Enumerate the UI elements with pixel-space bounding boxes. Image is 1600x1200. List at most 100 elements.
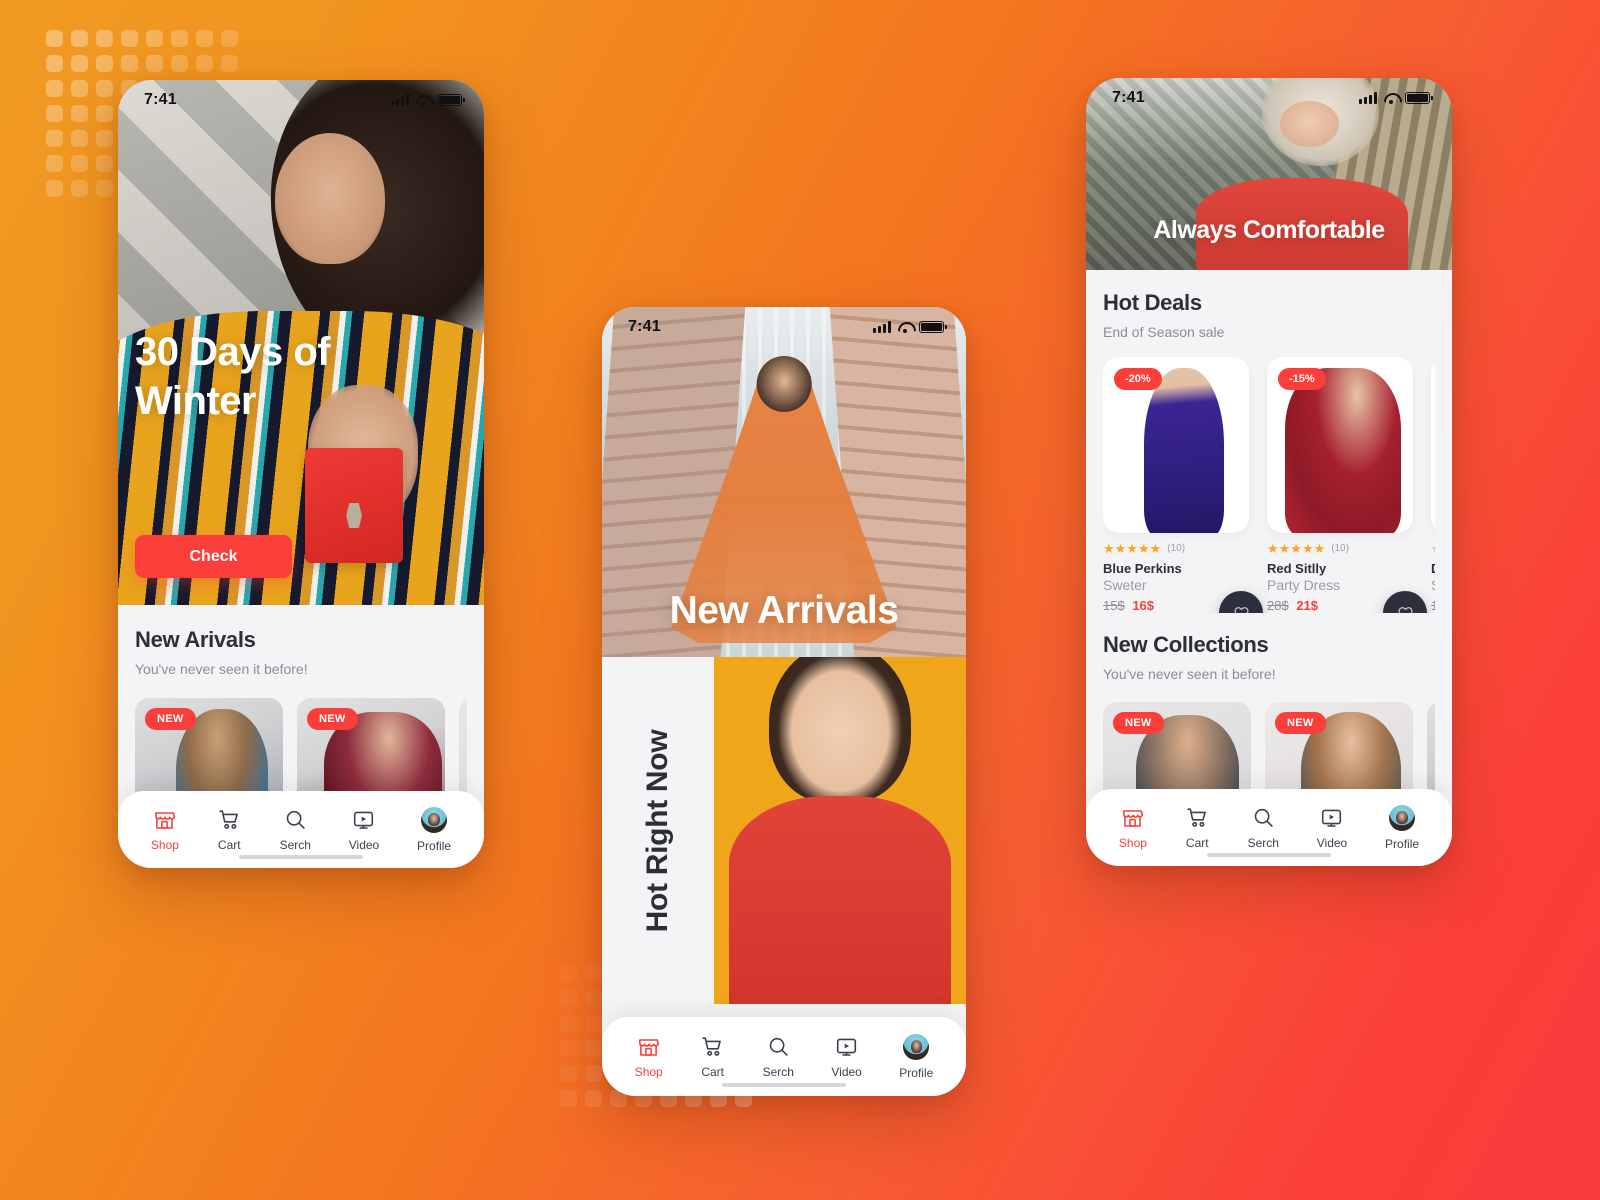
tab-search[interactable]: Serch — [280, 808, 311, 852]
tab-search[interactable]: Serch — [763, 1035, 794, 1079]
status-time: 7:41 — [144, 91, 177, 108]
hero-title-left: 30 Days of Winter — [135, 328, 331, 426]
tab-label: Profile — [417, 838, 452, 853]
tab-label: Cart — [1185, 835, 1209, 850]
shop-icon — [155, 811, 176, 829]
tab-video[interactable]: Video — [349, 808, 379, 852]
deal-name: Red Sitlly — [1267, 561, 1327, 576]
deal-image: -15% — [1267, 357, 1413, 533]
model-red-top-art — [714, 657, 966, 1004]
hero-banner-left[interactable]: 30 Days of Winter Check — [118, 80, 484, 605]
screen-center: 7:41 New Arrivals Hot Right Now Shop Car… — [602, 307, 966, 1096]
tab-profile[interactable]: Profile — [1385, 804, 1420, 851]
deal-card[interactable]: -15% ★★★★★ (10) Red Sitlly Party Dress 2… — [1267, 357, 1427, 613]
phone-mockup-right: 7:41 Always Comfortable Hot Deals End of… — [1086, 78, 1452, 866]
status-icons — [391, 94, 465, 106]
hero-title-center: New Arrivals — [669, 589, 899, 632]
new-badge: NEW — [1113, 712, 1164, 734]
deal-kind: Party Dress — [1267, 577, 1341, 593]
model-face-art — [275, 132, 386, 264]
status-bar: 7:41 — [1086, 78, 1452, 118]
hot-right-now-photo[interactable] — [714, 657, 966, 1004]
tab-label: Video — [348, 837, 380, 852]
profile-avatar-icon — [1389, 804, 1416, 831]
tab-video[interactable]: Video — [1317, 806, 1347, 850]
tab-shop[interactable]: Shop — [635, 1035, 663, 1079]
hero-banner-center[interactable]: New Arrivals — [602, 307, 966, 657]
search-icon — [769, 1037, 788, 1056]
deal-name: Doro — [1431, 561, 1435, 576]
hero-title-line1: 30 Days of — [135, 330, 331, 374]
red-handbag-art — [304, 447, 404, 563]
deal-price: 14$ — [1431, 598, 1435, 613]
heart-icon — [1233, 607, 1249, 613]
tab-cart[interactable]: Cart — [700, 1035, 725, 1079]
shop-icon — [639, 1038, 660, 1056]
hot-right-now-title: Hot Right Now — [641, 729, 674, 932]
home-indicator — [722, 1083, 846, 1087]
status-time: 7:41 — [628, 318, 661, 335]
search-icon — [1254, 808, 1273, 827]
rating-stars: ★★★★★ — [1103, 541, 1162, 556]
favorite-button[interactable] — [1383, 591, 1427, 613]
hot-deals-section: Hot Deals End of Season sale -20% ★★★★★ — [1086, 270, 1452, 613]
tab-label: Profile — [1385, 836, 1420, 851]
tab-video[interactable]: Video — [831, 1035, 862, 1079]
old-price: 15$ — [1103, 598, 1125, 613]
hero-title-line2: Winter — [135, 379, 257, 423]
tab-profile[interactable]: Profile — [899, 1033, 934, 1080]
status-bar: 7:41 — [118, 80, 484, 120]
hot-deals-card-row[interactable]: -20% ★★★★★ (10) Blue Perkins Sweter 15$ … — [1103, 357, 1435, 613]
tab-label: Cart — [701, 1064, 724, 1079]
video-icon — [836, 1038, 857, 1056]
profile-avatar-icon — [421, 806, 448, 833]
cellular-signal-icon — [391, 94, 409, 106]
tab-cart[interactable]: Cart — [217, 808, 242, 852]
check-button[interactable]: Check — [135, 535, 292, 578]
rating-count: (10) — [1331, 543, 1350, 554]
new-arrivals-title: New Arivals — [135, 627, 256, 652]
status-icons — [1359, 92, 1433, 104]
hot-deals-subtitle: End of Season sale — [1103, 324, 1225, 340]
tab-shop[interactable]: Shop — [1119, 806, 1147, 850]
hot-right-now-label-panel: Hot Right Now — [602, 657, 714, 1004]
product-photo — [1431, 357, 1435, 533]
battery-icon — [919, 321, 947, 333]
tab-label: Video — [1316, 835, 1348, 850]
status-time: 7:41 — [1112, 89, 1145, 106]
tab-label: Serch — [762, 1064, 794, 1079]
deal-card[interactable]: -20% ★★★★★ (10) Blue Perkins Sweter 15$ … — [1103, 357, 1263, 613]
hot-right-now-section: Hot Right Now — [602, 657, 966, 1004]
tab-shop[interactable]: Shop — [151, 808, 179, 852]
hero-title-right: Always Comfortable — [1153, 216, 1385, 244]
tab-label: Video — [831, 1064, 862, 1079]
new-badge: NEW — [145, 708, 196, 730]
deal-name: Blue Perkins — [1103, 561, 1182, 576]
tab-cart[interactable]: Cart — [1185, 806, 1210, 850]
discount-badge: -15% — [1278, 368, 1326, 390]
new-collections-title: New Collections — [1103, 632, 1269, 657]
wifi-icon — [1383, 92, 1399, 104]
favorite-button[interactable] — [1219, 591, 1263, 613]
search-icon — [286, 810, 305, 829]
old-price: 14$ — [1431, 598, 1435, 613]
new-arrivals-subtitle: You've never seen it before! — [135, 661, 308, 677]
status-bar: 7:41 — [602, 307, 966, 347]
home-indicator — [239, 855, 363, 859]
tab-label: Profile — [899, 1065, 934, 1080]
deal-card[interactable]: -20% ★★★★★ (10) Doro Spo 14$ — [1431, 357, 1435, 613]
rating: ★★★★★ (10) — [1431, 542, 1435, 555]
new-collections-subtitle: You've never seen it before! — [1103, 666, 1276, 682]
discount-badge: -20% — [1114, 368, 1162, 390]
old-price: 28$ — [1267, 598, 1289, 613]
wifi-icon — [897, 321, 913, 333]
tab-search[interactable]: Serch — [1248, 806, 1279, 850]
phone-mockup-left: 7:41 30 Days of Winter Check New Arivals… — [118, 80, 484, 868]
video-icon — [354, 811, 374, 829]
deal-image: -20% — [1103, 357, 1249, 533]
new-price: 21$ — [1296, 598, 1319, 613]
rating-stars: ★★★★★ — [1267, 541, 1326, 556]
tab-label: Serch — [279, 837, 311, 852]
battery-icon — [1405, 92, 1433, 104]
tab-profile[interactable]: Profile — [417, 806, 452, 853]
